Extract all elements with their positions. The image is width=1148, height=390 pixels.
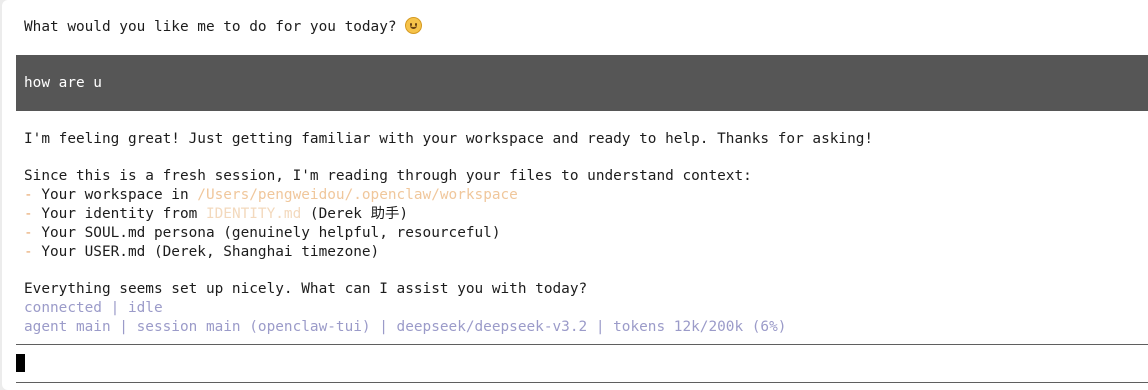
identity-file-link[interactable]: IDENTITY.md [206,206,301,222]
bullet-text: Your identity from [41,206,206,222]
assistant-previous-text: What would you like me to do for you tod… [24,19,406,35]
connection-status: connected | idle [24,300,163,316]
bullet-marker: - [24,206,42,222]
workspace-path-link[interactable]: /Users/pengweidou/.openclaw/workspace [197,187,518,203]
list-item: - Your USER.md (Derek, Shanghai timezone… [24,243,379,262]
bullet-marker: - [24,244,42,260]
bullet-text: Your USER.md (Derek, Shanghai timezone) [41,244,380,260]
bullet-marker: - [24,225,42,241]
input-cursor[interactable] [16,354,25,372]
user-message-text: how are u [24,75,102,91]
input-top-divider [16,344,1148,345]
input-bottom-divider [16,382,1148,383]
bullet-text: Your workspace in [41,187,198,203]
reply-closing: Everything seems set up nicely. What can… [24,281,588,297]
list-item: - Your identity from IDENTITY.md (Derek … [24,205,408,224]
terminal-window: What would you like me to do for you tod… [2,0,1148,390]
session-info-bar: agent main | session main (openclaw-tui)… [24,319,787,335]
list-item: - Your workspace in /Users/pengweidou/.o… [24,186,518,205]
user-message-block: how are u [16,55,1148,111]
reply-line-2: Since this is a fresh session, I'm readi… [24,168,752,184]
bullet-marker: - [24,187,42,203]
list-item: - Your SOUL.md persona (genuinely helpfu… [24,224,501,243]
bullet-suffix: (Derek 助手) [301,206,409,222]
assistant-previous-message: What would you like me to do for you tod… [24,17,423,36]
bullet-text: Your SOUL.md persona (genuinely helpful,… [41,225,501,241]
reply-line-1: I'm feeling great! Just getting familiar… [24,131,874,147]
smiling-face-icon [405,17,423,34]
